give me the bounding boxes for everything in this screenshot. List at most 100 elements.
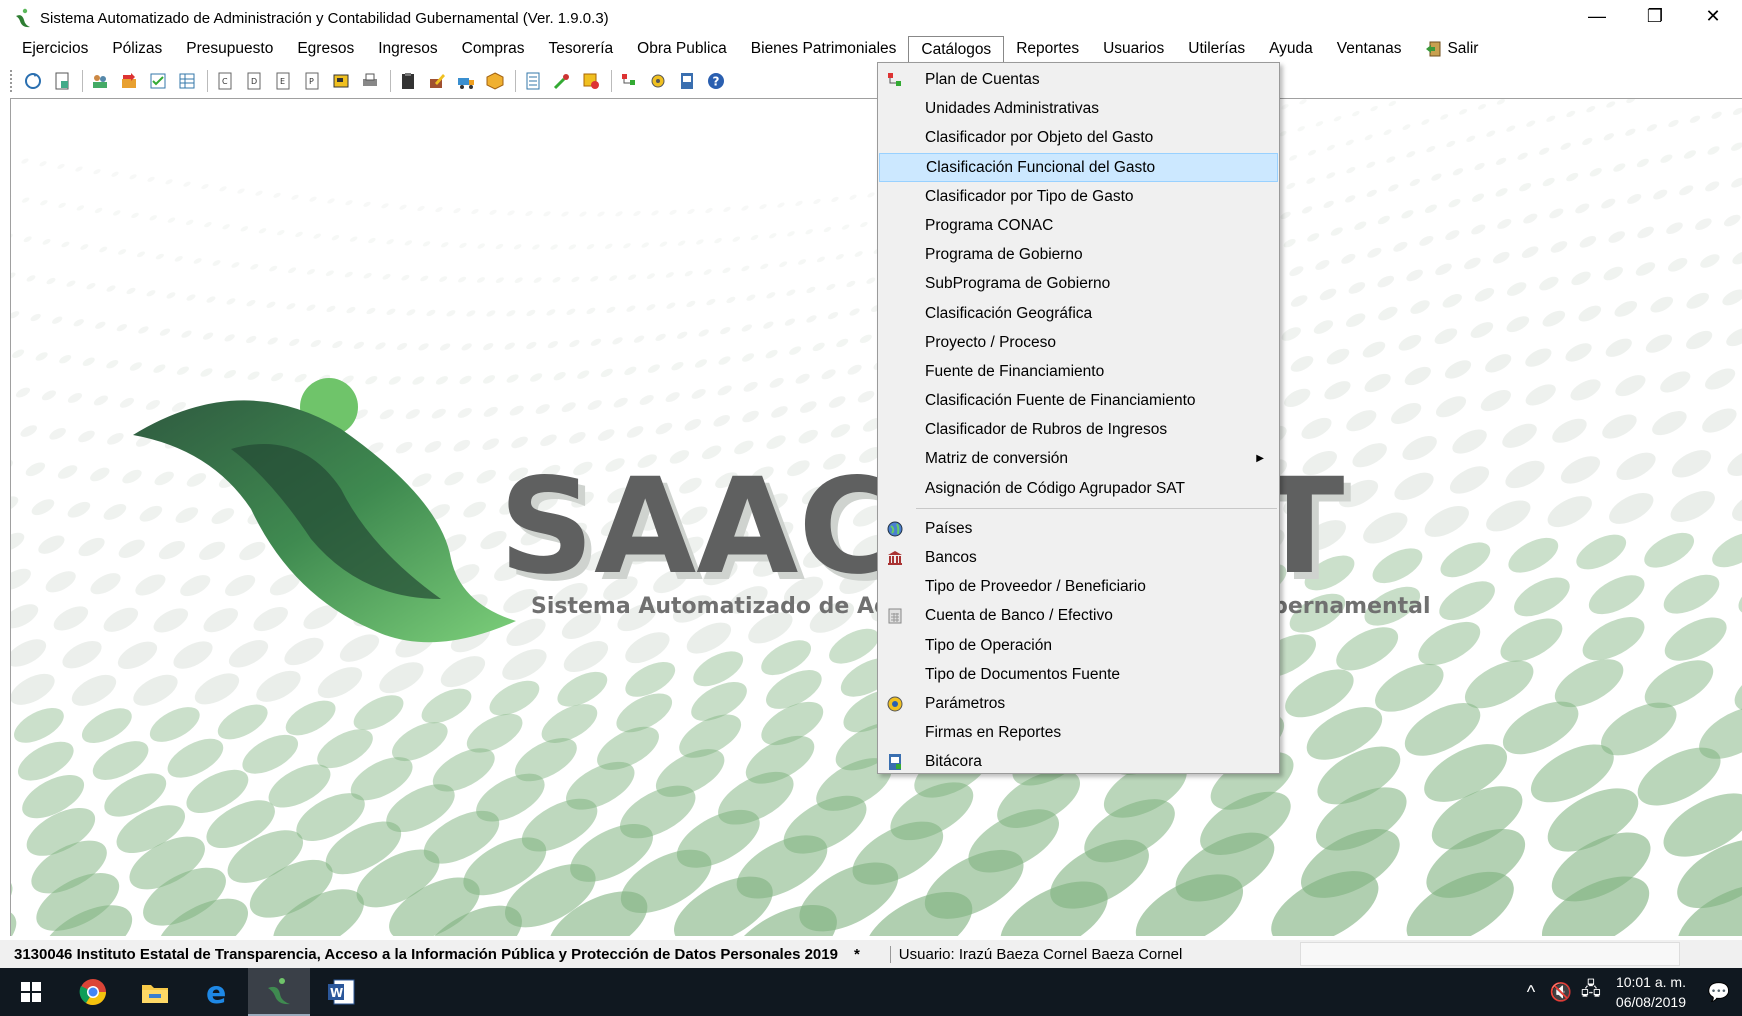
print-icon[interactable] xyxy=(357,68,383,94)
minimize-button[interactable]: — xyxy=(1568,0,1626,32)
pattern-dot xyxy=(317,667,363,699)
menu-item-programa-conac[interactable]: Programa CONAC xyxy=(879,211,1278,240)
pattern-dot xyxy=(1452,429,1487,454)
checklist-icon[interactable] xyxy=(145,68,171,94)
menu-item-clasificacion-funcional-gasto[interactable]: Clasificación Funcional del Gasto xyxy=(879,152,1278,182)
menu-item-bancos[interactable]: Bancos xyxy=(879,543,1278,572)
menu-salir[interactable]: Salir xyxy=(1413,36,1490,62)
menu-item-subprograma-gobierno[interactable]: SubPrograma de Gobierno xyxy=(879,269,1278,298)
menu-item-tipo-documentos-fuente[interactable]: Tipo de Documentos Fuente xyxy=(879,660,1278,689)
calculator-icon[interactable] xyxy=(328,68,354,94)
pattern-dot xyxy=(1346,410,1377,432)
menu-reportes[interactable]: Reportes xyxy=(1004,36,1091,62)
menu-ejercicios[interactable]: Ejercicios xyxy=(10,36,100,62)
menu-item-unidades-administrativas[interactable]: Unidades Administrativas xyxy=(879,94,1278,123)
menu-item-firmas-reportes[interactable]: Firmas en Reportes xyxy=(879,718,1278,747)
word-icon[interactable]: W xyxy=(310,968,372,1016)
pattern-dot xyxy=(1695,218,1712,231)
menu-item-programa-gobierno[interactable]: Programa de Gobierno xyxy=(879,240,1278,269)
pattern-dot xyxy=(346,306,356,314)
menu-usuarios[interactable]: Usuarios xyxy=(1091,36,1176,62)
saacg-taskbar-icon[interactable] xyxy=(248,968,310,1016)
menu-bienes-patrimoniales[interactable]: Bienes Patrimoniales xyxy=(739,36,909,62)
svg-text:W: W xyxy=(330,986,343,1000)
tools-icon[interactable] xyxy=(549,68,575,94)
menu-tesoreria[interactable]: Tesorería xyxy=(537,36,626,62)
box-icon[interactable] xyxy=(482,68,508,94)
menu-item-clasificador-rubros-ingresos[interactable]: Clasificador de Rubros de Ingresos xyxy=(879,415,1278,444)
menu-item-parametros[interactable]: Parámetros xyxy=(879,689,1278,718)
volume-mute-icon[interactable]: 🔇 xyxy=(1546,968,1576,1016)
menu-item-fuente-financiamiento[interactable]: Fuente de Financiamiento xyxy=(879,357,1278,386)
menu-item-clasificador-tipo-gasto[interactable]: Clasificador por Tipo de Gasto xyxy=(879,182,1278,211)
toolbar-separator xyxy=(515,70,516,92)
pattern-dot xyxy=(1525,384,1556,406)
users-icon[interactable] xyxy=(87,68,113,94)
menu-item-codigo-agrupador-sat[interactable]: Asignación de Código Agrupador SAT xyxy=(879,474,1278,503)
document-icon[interactable] xyxy=(49,68,75,94)
log-icon[interactable] xyxy=(674,68,700,94)
menu-ayuda[interactable]: Ayuda xyxy=(1257,36,1325,62)
pattern-dot xyxy=(1686,330,1713,350)
menu-item-paises[interactable]: Países xyxy=(879,514,1278,543)
menu-egresos[interactable]: Egresos xyxy=(285,36,366,62)
stamp-icon[interactable] xyxy=(578,68,604,94)
menu-item-bitacora[interactable]: Bitácora xyxy=(879,747,1278,776)
report-c-icon[interactable]: C xyxy=(212,68,238,94)
clipboard-icon[interactable] xyxy=(395,68,421,94)
pattern-dot xyxy=(417,205,425,212)
pattern-dot xyxy=(717,385,732,396)
menu-item-clasificacion-fuente-financiamiento[interactable]: Clasificación Fuente de Financiamiento xyxy=(879,386,1278,415)
menu-item-clasificacion-geografica[interactable]: Clasificación Geográfica xyxy=(879,299,1278,328)
settings-icon[interactable] xyxy=(645,68,671,94)
pattern-dot xyxy=(1448,198,1461,208)
menu-compras[interactable]: Compras xyxy=(450,36,537,62)
help-icon[interactable]: ? xyxy=(703,68,729,94)
menu-item-tipo-operacion[interactable]: Tipo de Operación xyxy=(879,631,1278,660)
edge-icon[interactable]: e xyxy=(186,968,248,1016)
menu-item-plan-de-cuentas[interactable]: Plan de Cuentas xyxy=(879,65,1278,94)
menu-ventanas[interactable]: Ventanas xyxy=(1325,36,1414,62)
truck-icon[interactable] xyxy=(453,68,479,94)
menu-obra-publica[interactable]: Obra Publica xyxy=(625,36,739,62)
chevron-up-icon[interactable]: ^ xyxy=(1516,968,1546,1016)
toolbar-grip[interactable] xyxy=(10,70,14,92)
menu-polizas[interactable]: Pólizas xyxy=(100,36,174,62)
table-icon[interactable] xyxy=(174,68,200,94)
list-icon[interactable] xyxy=(520,68,546,94)
pattern-dot xyxy=(325,270,334,277)
menu-item-proyecto-proceso[interactable]: Proyecto / Proceso xyxy=(879,328,1278,357)
pattern-dot xyxy=(671,361,684,371)
pattern-dot xyxy=(1683,150,1696,159)
menu-item-tipo-proveedor-beneficiario[interactable]: Tipo de Proveedor / Beneficiario xyxy=(879,572,1278,601)
pattern-dot xyxy=(136,251,146,258)
edit-icon[interactable] xyxy=(424,68,450,94)
tree-icon[interactable] xyxy=(616,68,642,94)
start-icon[interactable] xyxy=(0,968,62,1016)
pattern-dot xyxy=(561,402,576,413)
file-explorer-icon[interactable] xyxy=(124,968,186,1016)
pattern-dot xyxy=(1289,154,1298,161)
menu-utilerias[interactable]: Utilerías xyxy=(1176,36,1257,62)
pattern-dot xyxy=(706,298,716,306)
network-icon[interactable]: 🖧 xyxy=(1576,968,1606,1016)
menu-catalogos[interactable]: Catálogos xyxy=(908,36,1005,64)
report-d-icon[interactable]: D xyxy=(241,68,267,94)
pattern-dot xyxy=(769,377,784,388)
chrome-icon[interactable] xyxy=(62,968,124,1016)
report-e-icon[interactable]: E xyxy=(270,68,296,94)
menu-ingresos[interactable]: Ingresos xyxy=(366,36,449,62)
close-button[interactable]: ✕ xyxy=(1684,0,1742,32)
transfer-icon[interactable] xyxy=(116,68,142,94)
pattern-dot xyxy=(1565,343,1592,362)
refresh-icon[interactable] xyxy=(20,68,46,94)
notifications-icon[interactable]: 💬 xyxy=(1696,968,1742,1016)
menu-presupuesto[interactable]: Presupuesto xyxy=(174,36,285,62)
clock[interactable]: 10:01 a. m. 06/08/2019 xyxy=(1616,972,1686,1012)
restore-button[interactable]: ❐ xyxy=(1626,0,1684,32)
pattern-dot xyxy=(532,244,540,250)
menu-item-cuenta-banco-efectivo[interactable]: Cuenta de Banco / Efectivo xyxy=(879,601,1278,630)
report-p-icon[interactable]: P xyxy=(299,68,325,94)
menu-item-clasificador-objeto-gasto[interactable]: Clasificador por Objeto del Gasto xyxy=(879,123,1278,152)
menu-item-matriz-conversion[interactable]: Matriz de conversión ▶ xyxy=(879,444,1278,473)
